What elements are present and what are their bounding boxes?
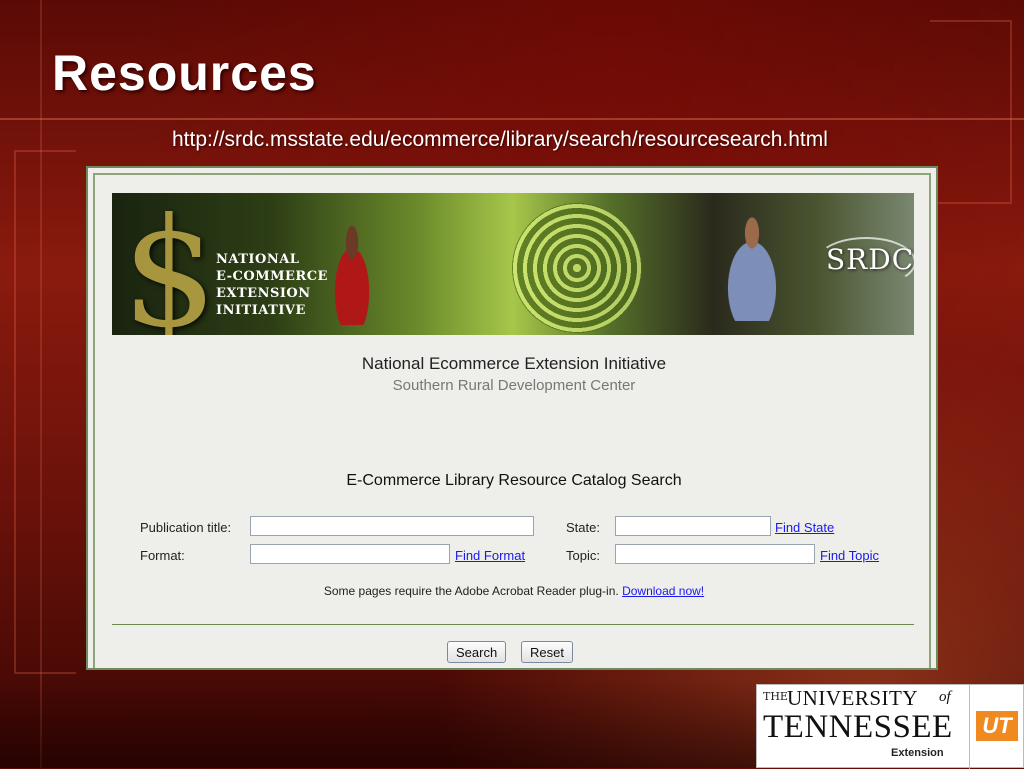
acrobat-notice-text: Some pages require the Adobe Acrobat Rea… xyxy=(323,584,623,598)
logo-tennessee: TENNESSEE xyxy=(763,709,953,745)
slide-url: http://srdc.msstate.edu/ecommerce/librar… xyxy=(172,128,828,151)
site-subtitle: Southern Rural Development Center xyxy=(392,377,636,394)
state-input[interactable] xyxy=(615,516,771,536)
site-banner: $ NATIONAL E-COMMERCE EXTENSION INITIATI… xyxy=(112,193,914,335)
logo-line: INITIATIVE xyxy=(216,303,306,318)
decorative-line xyxy=(0,118,1024,120)
reset-button[interactable]: Reset xyxy=(521,641,573,663)
logo-extension: Extension xyxy=(891,747,944,759)
dollar-sign-graphic: $ xyxy=(122,193,218,335)
site-title: National Ecommerce Extension Initiative xyxy=(361,354,667,373)
logo-line: E-COMMERCE xyxy=(216,269,328,284)
logo-line: NATIONAL xyxy=(216,252,300,267)
slide-title: Resources xyxy=(52,45,317,101)
find-format-link[interactable]: Find Format xyxy=(455,548,525,563)
website-screenshot: $ NATIONAL E-COMMERCE EXTENSION INITIATI… xyxy=(86,166,938,670)
publication-title-label: Publication title: xyxy=(140,520,232,535)
logo-divider xyxy=(969,685,970,769)
decorative-frame xyxy=(930,20,1012,204)
find-topic-link[interactable]: Find Topic xyxy=(820,548,879,563)
spiral-graphic xyxy=(512,203,642,333)
man-at-computer-photo xyxy=(712,211,792,321)
srdc-logo: SRDC xyxy=(826,243,914,276)
divider xyxy=(112,624,914,625)
state-label: State: xyxy=(566,520,600,535)
format-label: Format: xyxy=(140,548,185,563)
logo-line: EXTENSION xyxy=(216,286,311,301)
topic-label: Topic: xyxy=(566,548,600,563)
topic-input[interactable] xyxy=(615,544,815,564)
download-now-link[interactable]: Download now! xyxy=(622,584,704,598)
format-input[interactable] xyxy=(250,544,450,564)
ut-extension-logo: THE UNIVERSITY of TENNESSEE Extension UT xyxy=(756,684,1024,769)
logo-university: UNIVERSITY xyxy=(787,686,918,710)
ut-badge-icon: UT xyxy=(976,711,1018,741)
logo-the: THE xyxy=(763,690,788,703)
decorative-frame xyxy=(14,150,76,674)
woman-photo xyxy=(322,215,382,325)
find-state-link[interactable]: Find State xyxy=(775,520,834,535)
publication-title-input[interactable] xyxy=(250,516,534,536)
search-heading: E-Commerce Library Resource Catalog Sear… xyxy=(346,472,682,489)
decorative-line xyxy=(40,0,42,768)
logo-of: of xyxy=(939,689,951,705)
acrobat-notice: Some pages require the Adobe Acrobat Rea… xyxy=(88,584,936,598)
search-button[interactable]: Search xyxy=(447,641,507,663)
neei-logo-text: NATIONAL E-COMMERCE EXTENSION INITIATIVE xyxy=(216,251,328,319)
